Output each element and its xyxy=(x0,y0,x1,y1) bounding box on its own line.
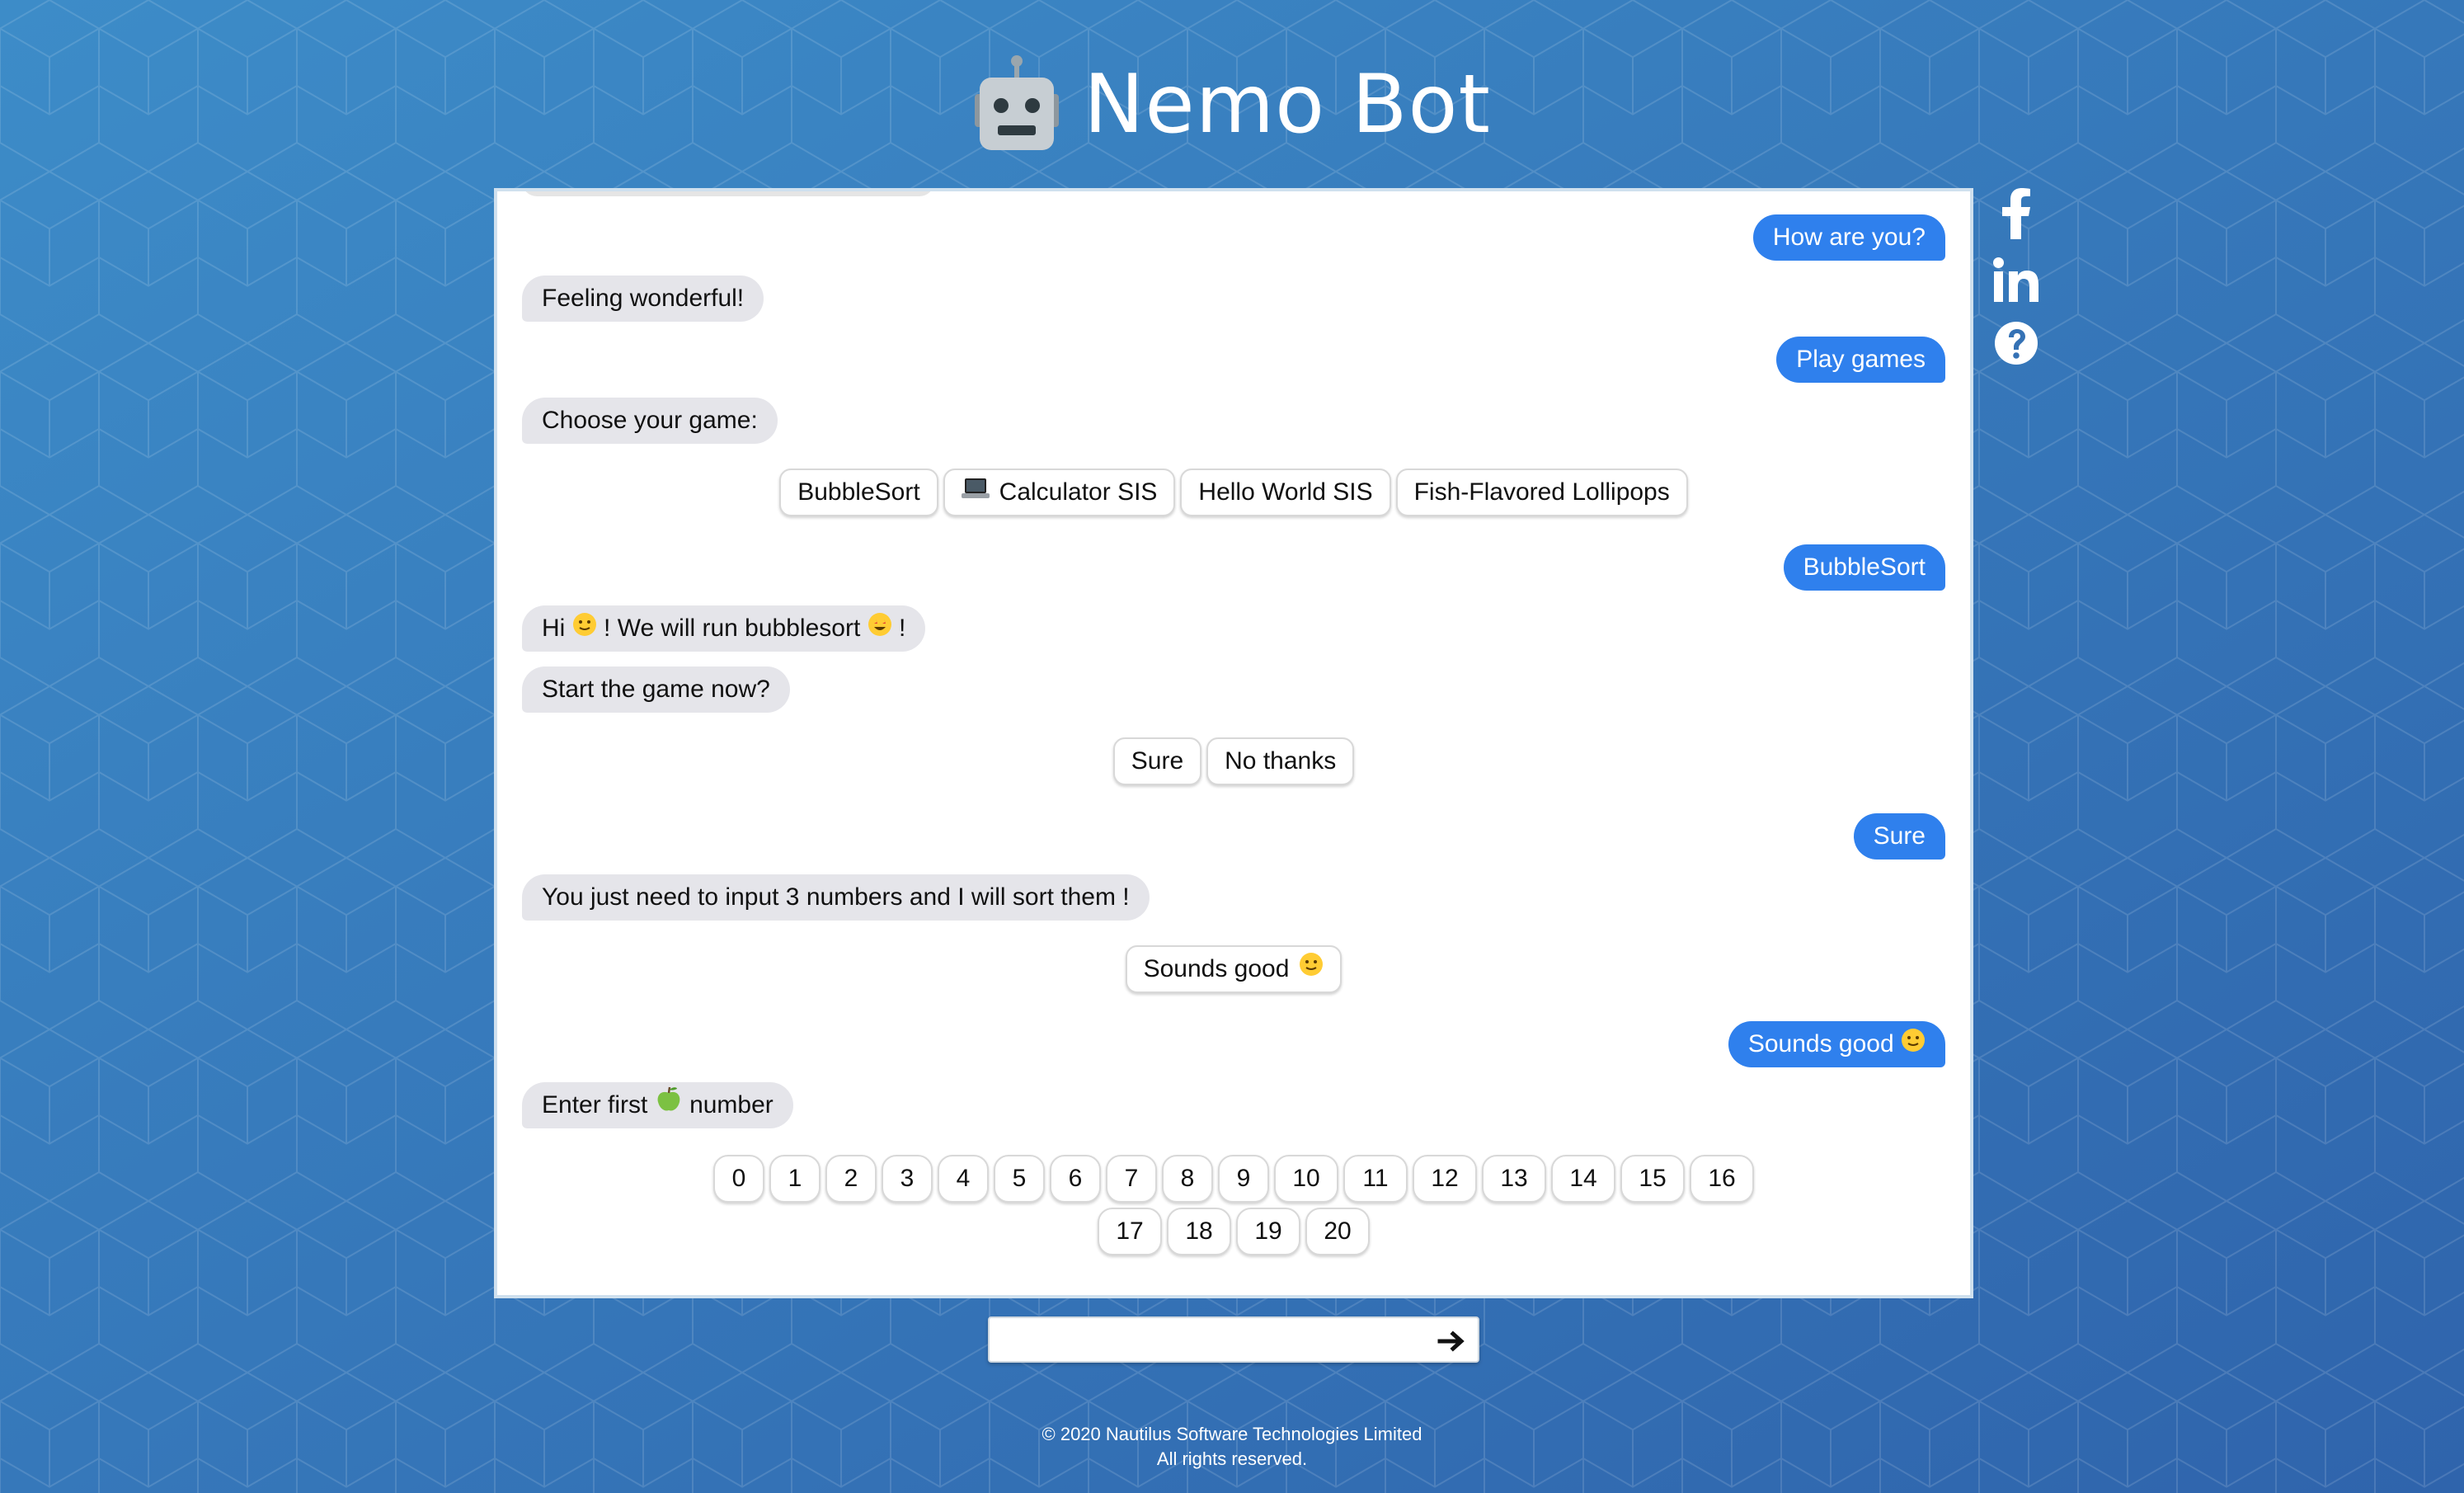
green-apple-icon xyxy=(655,1083,683,1129)
number-button-18[interactable]: 18 xyxy=(1167,1208,1231,1255)
number-button-17[interactable]: 17 xyxy=(1098,1208,1162,1255)
option-label: 18 xyxy=(1185,1217,1213,1245)
confirm-options: Sounds good xyxy=(497,945,1970,993)
number-button-3[interactable]: 3 xyxy=(882,1155,933,1203)
option-button-fish-flavored-lollipops[interactable]: Fish-Flavored Lollipops xyxy=(1395,469,1688,516)
number-button-11[interactable]: 11 xyxy=(1343,1155,1408,1203)
option-button-calculator-sis[interactable]: Calculator SIS xyxy=(943,469,1176,516)
start-options: Sure No thanks xyxy=(497,737,1970,785)
number-button-12[interactable]: 12 xyxy=(1413,1155,1477,1203)
number-button-4[interactable]: 4 xyxy=(938,1155,989,1203)
user-message: Sure xyxy=(1853,813,1945,860)
option-label: 14 xyxy=(1569,1165,1597,1192)
smile-emoji-icon xyxy=(572,606,597,652)
message-text: ! xyxy=(898,615,906,642)
number-button-13[interactable]: 13 xyxy=(1482,1155,1546,1203)
facebook-icon[interactable] xyxy=(2001,188,2031,239)
number-button-7[interactable]: 7 xyxy=(1106,1155,1157,1203)
option-button-sounds-good[interactable]: Sounds good xyxy=(1125,945,1343,993)
option-label: 9 xyxy=(1236,1165,1251,1192)
option-label: 15 xyxy=(1639,1165,1667,1192)
header: Nemo Bot xyxy=(0,43,2464,167)
option-label: Hello World SIS xyxy=(1198,478,1373,506)
previous-message-bubble xyxy=(522,191,934,196)
option-label: 16 xyxy=(1708,1165,1736,1192)
option-label: 6 xyxy=(1068,1165,1083,1192)
number-button-14[interactable]: 14 xyxy=(1551,1155,1615,1203)
rights-text: All rights reserved. xyxy=(1156,1448,1308,1469)
number-button-16[interactable]: 16 xyxy=(1690,1155,1754,1203)
option-label: 10 xyxy=(1292,1165,1320,1192)
option-label: 0 xyxy=(731,1165,746,1192)
option-label: No thanks xyxy=(1225,747,1337,775)
number-button-10[interactable]: 10 xyxy=(1274,1155,1338,1203)
number-button-0[interactable]: 0 xyxy=(713,1155,764,1203)
footer: © 2020 Nautilus Software Technologies Li… xyxy=(0,1422,2464,1472)
game-options: BubbleSort Calculator SIS Hello World SI… xyxy=(497,469,1970,516)
bot-message: Feeling wonderful! xyxy=(522,276,764,322)
copyright-text: © 2020 Nautilus Software Technologies Li… xyxy=(1042,1424,1422,1444)
option-label: 12 xyxy=(1431,1165,1459,1192)
bot-message: You just need to input 3 numbers and I w… xyxy=(522,874,1150,921)
arrow-right-icon[interactable] xyxy=(1437,1325,1469,1358)
option-button-bubblesort[interactable]: BubbleSort xyxy=(779,469,938,516)
option-label: 20 xyxy=(1324,1217,1352,1245)
user-message: How are you? xyxy=(1752,214,1945,261)
bot-message: Start the game now? xyxy=(522,666,790,713)
number-options-row-1: 0 1 2 3 4 5 6 7 8 9 10 11 12 13 14 15 16 xyxy=(497,1155,1970,1203)
option-label: 8 xyxy=(1180,1165,1195,1192)
user-message: Play games xyxy=(1776,337,1945,383)
number-button-2[interactable]: 2 xyxy=(825,1155,877,1203)
number-button-1[interactable]: 1 xyxy=(769,1155,821,1203)
message-text: Enter first xyxy=(542,1091,648,1119)
option-label: 13 xyxy=(1500,1165,1528,1192)
message-text: Hi xyxy=(542,615,566,642)
message-text: ! We will run bubblesort xyxy=(604,615,861,642)
option-button-no-thanks[interactable]: No thanks xyxy=(1206,737,1355,785)
star-struck-emoji-icon xyxy=(868,606,892,652)
help-icon[interactable] xyxy=(1993,320,2039,366)
option-label: Sounds good xyxy=(1143,955,1290,982)
number-button-8[interactable]: 8 xyxy=(1162,1155,1213,1203)
number-button-20[interactable]: 20 xyxy=(1305,1208,1370,1255)
number-button-19[interactable]: 19 xyxy=(1236,1208,1300,1255)
option-label: 4 xyxy=(956,1165,971,1192)
chat-window[interactable]: How are you? Feeling wonderful! Play gam… xyxy=(494,188,1973,1298)
option-label: 3 xyxy=(900,1165,915,1192)
number-options-row-2: 17 18 19 20 xyxy=(497,1208,1970,1255)
option-label: 2 xyxy=(844,1165,858,1192)
bot-message: Enter first number xyxy=(522,1082,793,1128)
option-label: Sure xyxy=(1131,747,1184,775)
smile-emoji-icon xyxy=(1299,946,1324,992)
option-label: Fish-Flavored Lollipops xyxy=(1413,478,1670,506)
social-links xyxy=(1987,188,2045,366)
message-text: number xyxy=(689,1091,774,1119)
number-button-6[interactable]: 6 xyxy=(1050,1155,1101,1203)
option-label: 1 xyxy=(788,1165,802,1192)
option-label: 19 xyxy=(1254,1217,1282,1245)
user-message: BubbleSort xyxy=(1783,544,1945,591)
option-label: Calculator SIS xyxy=(999,478,1158,506)
bot-message: Hi ! We will run bubblesort ! xyxy=(522,605,926,652)
user-message: Sounds good xyxy=(1728,1021,1945,1067)
message-input-bar xyxy=(988,1316,1479,1363)
laptop-icon xyxy=(961,469,990,516)
message-input[interactable] xyxy=(995,1321,1427,1359)
number-button-15[interactable]: 15 xyxy=(1620,1155,1685,1203)
page-title: Nemo Bot xyxy=(1084,58,1491,152)
option-label: 11 xyxy=(1362,1165,1389,1192)
robot-icon xyxy=(973,54,1060,156)
option-button-hello-world-sis[interactable]: Hello World SIS xyxy=(1180,469,1391,516)
option-label: 5 xyxy=(1012,1165,1027,1192)
smile-emoji-icon xyxy=(1901,1022,1926,1068)
message-text: Sounds good xyxy=(1747,1030,1894,1057)
option-label: BubbleSort xyxy=(797,478,920,506)
option-button-sure[interactable]: Sure xyxy=(1112,737,1202,785)
number-button-5[interactable]: 5 xyxy=(994,1155,1045,1203)
number-button-9[interactable]: 9 xyxy=(1218,1155,1269,1203)
bot-message: Choose your game: xyxy=(522,398,778,444)
option-label: 7 xyxy=(1124,1165,1139,1192)
linkedin-icon[interactable] xyxy=(1993,257,2039,302)
option-label: 17 xyxy=(1116,1217,1144,1245)
